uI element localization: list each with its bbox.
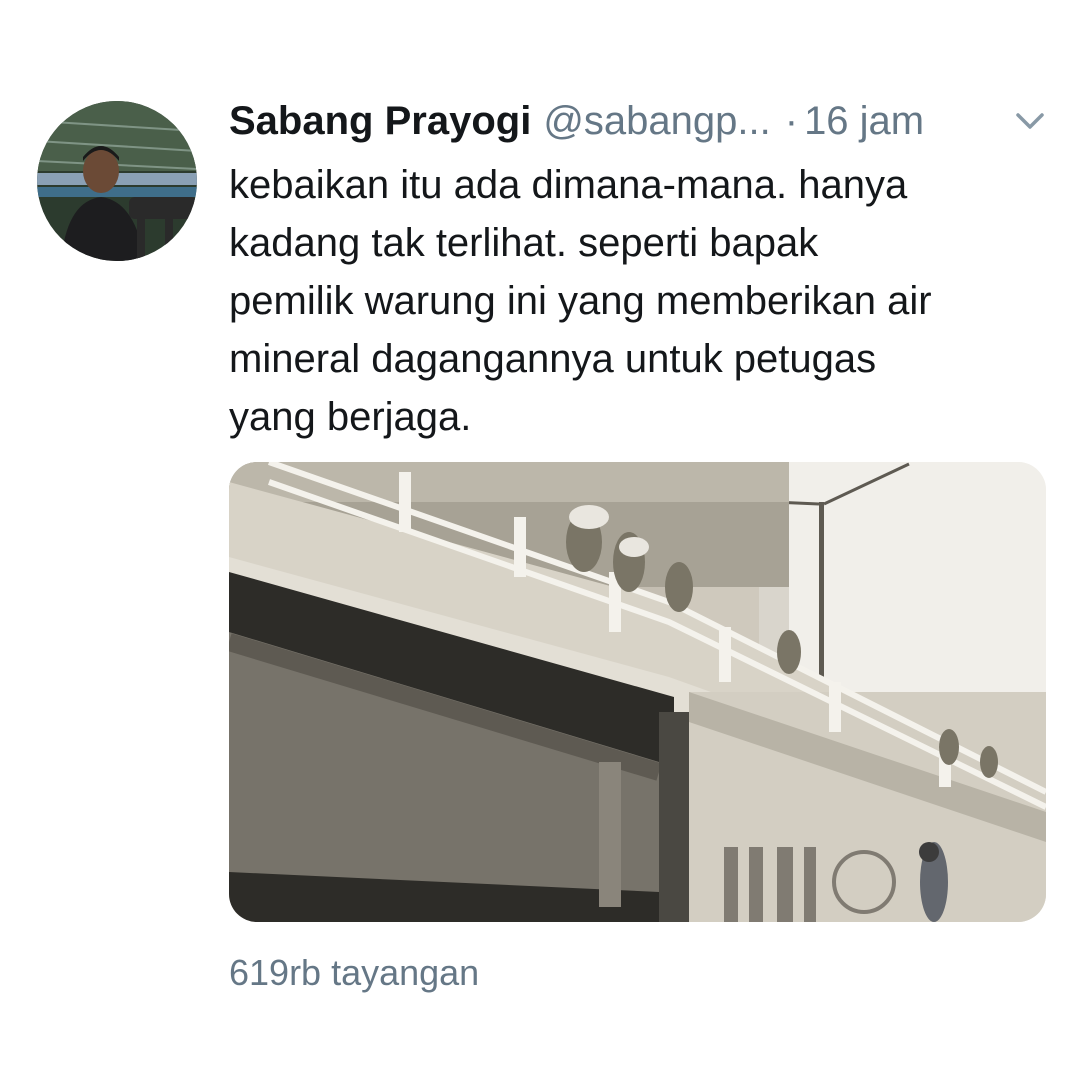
- view-count: 619rb tayangan: [229, 952, 480, 993]
- author-avatar[interactable]: [37, 101, 197, 261]
- header-separator: ·: [784, 98, 799, 143]
- tweet-text: kebaikan itu ada dimana-mana. hanya kada…: [229, 156, 1039, 446]
- tweet-media-image[interactable]: [229, 462, 1046, 922]
- author-display-name[interactable]: Sabang Prayogi: [229, 99, 531, 144]
- tweet-header: Sabang Prayogi @sabangp... · 16 jam: [229, 96, 924, 146]
- overpass-photo: [229, 462, 1046, 922]
- avatar-photo: [37, 101, 197, 261]
- tweet-timestamp[interactable]: 16 jam: [804, 99, 924, 144]
- chevron-down-icon[interactable]: [1012, 106, 1048, 136]
- tweet-text-line: yang berjaga.: [229, 395, 472, 439]
- tweet-text-line: kebaikan itu ada dimana-mana. hanya: [229, 163, 908, 207]
- tweet-text-line: kadang tak terlihat. seperti bapak: [229, 221, 819, 265]
- author-handle[interactable]: @sabangp...: [543, 99, 770, 144]
- tweet-text-line: mineral dagangannya untuk petugas: [229, 337, 877, 381]
- tweet-text-line: pemilik warung ini yang memberikan air: [229, 279, 932, 323]
